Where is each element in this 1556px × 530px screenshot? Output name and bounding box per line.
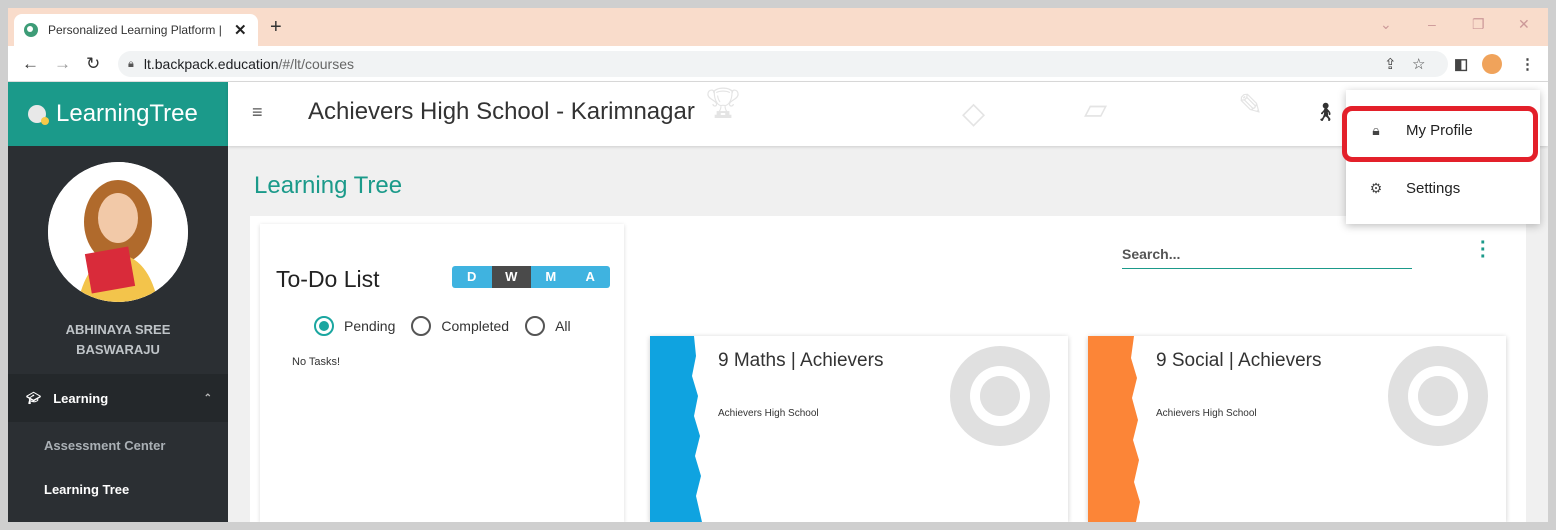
favicon-icon (24, 23, 38, 37)
user-name-line2: BASWARAJU (76, 342, 160, 357)
target-icon (950, 346, 1050, 446)
chevron-up-icon: ⌃ (203, 392, 212, 404)
tab-title: Personalized Learning Platform | (48, 23, 222, 37)
browser-tab[interactable]: Personalized Learning Platform | ✕ (14, 14, 258, 46)
course-card-maths[interactable]: 9 Maths | Achievers Achievers High Schoo… (650, 336, 1068, 522)
filter-pending[interactable]: Pending (314, 316, 395, 336)
period-toggle: D W M A (452, 266, 610, 288)
tab-close-icon[interactable]: ✕ (234, 21, 247, 39)
url-path: /#/lt/courses (278, 56, 354, 72)
course-title: 9 Social | Achievers (1156, 350, 1322, 371)
content-panel: To-Do List D W M A Pending Completed All… (250, 216, 1526, 522)
gear-icon: ⚙ (1369, 179, 1383, 196)
user-name-line1: ABHINAYA SREE (65, 322, 171, 337)
search-input[interactable]: Search... (1122, 246, 1412, 269)
accessibility-icon[interactable]: 🚶︎ (1314, 102, 1337, 123)
tab-search-icon[interactable]: ⌄ (1380, 16, 1392, 33)
bookmark-star-icon[interactable]: ☆ (1412, 55, 1425, 73)
filter-pending-label: Pending (344, 318, 396, 334)
sidebar-group-learning[interactable]: 🎓︎ Learning ⌃ (8, 374, 228, 422)
back-icon[interactable]: ← (22, 54, 39, 74)
sidebar: ABHINAYA SREE BASWARAJU 🎓︎ Learning ⌃ As… (8, 146, 228, 522)
reload-icon[interactable]: ↻ (86, 54, 100, 74)
course-card-social[interactable]: 9 Social | Achievers Achievers High Scho… (1088, 336, 1506, 522)
radio-pending[interactable] (314, 316, 334, 336)
pencil-doodle-icon: ✎ (1238, 89, 1264, 122)
minimize-icon[interactable]: – (1428, 16, 1436, 32)
highlight-annotation (1342, 106, 1538, 162)
browser-window: Personalized Learning Platform | ✕ + ⌄ –… (8, 8, 1548, 522)
course-school: Achievers High School (718, 408, 819, 419)
filter-completed-label: Completed (441, 318, 510, 334)
profile-photo[interactable] (48, 162, 188, 302)
brand-name: LearningTree (56, 100, 198, 127)
cap-doodle-icon: ◇ (962, 97, 986, 130)
brand-bar[interactable]: LearningTree (8, 82, 228, 146)
logo-icon (28, 105, 49, 125)
side-panel-icon[interactable]: ◧ (1454, 55, 1468, 73)
window-close-icon[interactable]: ✕ (1518, 16, 1530, 33)
forward-icon[interactable]: → (54, 54, 71, 74)
share-icon[interactable]: ⇪ (1384, 55, 1397, 73)
period-all-button[interactable]: A (570, 266, 610, 288)
target-icon (1388, 346, 1488, 446)
new-tab-button[interactable]: + (270, 16, 282, 39)
browser-menu-icon[interactable]: ⋮ (1520, 55, 1535, 73)
sidebar-item-assessment-center[interactable]: Assessment Center (44, 438, 165, 453)
filter-radio-group: Pending Completed All (314, 316, 587, 336)
filter-completed[interactable]: Completed (411, 316, 509, 336)
radio-completed[interactable] (411, 316, 432, 336)
lock-icon: 🔒︎ (128, 57, 134, 70)
trophy-doodle-icon: 🏆︎ (704, 87, 743, 120)
browser-toolbar: ← → ↻ 🔒︎ lt.backpack.education/#/lt/cour… (8, 46, 1548, 82)
menu-icon[interactable]: ≡ (252, 102, 263, 123)
filter-all-label: All (555, 318, 571, 334)
period-week-button[interactable]: W (491, 266, 531, 288)
graduation-cap-icon: 🎓︎ (26, 391, 42, 405)
tab-strip: Personalized Learning Platform | ✕ + ⌄ –… (8, 8, 1548, 46)
school-name: Achievers High School - Karimnagar (308, 98, 695, 125)
filter-all[interactable]: All (525, 316, 571, 336)
radio-all[interactable] (525, 316, 546, 336)
course-color-strip (1088, 336, 1140, 522)
user-name: ABHINAYA SREE BASWARAJU (8, 320, 228, 360)
period-day-button[interactable]: D (452, 266, 492, 288)
url-text: lt.backpack.education/#/lt/courses (144, 56, 354, 72)
course-color-strip (650, 336, 702, 522)
app-area: LearningTree ≡ Achievers High School - K… (8, 82, 1548, 522)
todo-title: To-Do List (276, 266, 380, 292)
address-bar[interactable]: 🔒︎ lt.backpack.education/#/lt/courses (118, 51, 1448, 77)
restore-icon[interactable]: ❐ (1472, 16, 1485, 33)
empty-tasks-text: No Tasks! (292, 356, 341, 368)
sidebar-item-learning-tree[interactable]: Learning Tree (44, 482, 129, 497)
more-options-icon[interactable]: · · · (1480, 233, 1487, 267)
url-host: lt.backpack.education (143, 56, 279, 72)
period-month-button[interactable]: M (531, 266, 571, 288)
menu-item-settings[interactable]: ⚙ Settings (1346, 162, 1540, 214)
menu-item-label: Settings (1406, 179, 1461, 197)
course-title: 9 Maths | Achievers (718, 350, 884, 371)
browser-profile-icon[interactable] (1482, 54, 1502, 74)
page-title: Learning Tree (254, 172, 403, 199)
course-school: Achievers High School (1156, 408, 1257, 419)
sidebar-group-label: Learning (53, 390, 109, 406)
ruler-doodle-icon: ▱ (1084, 93, 1108, 126)
todo-card: To-Do List D W M A Pending Completed All… (260, 224, 624, 522)
